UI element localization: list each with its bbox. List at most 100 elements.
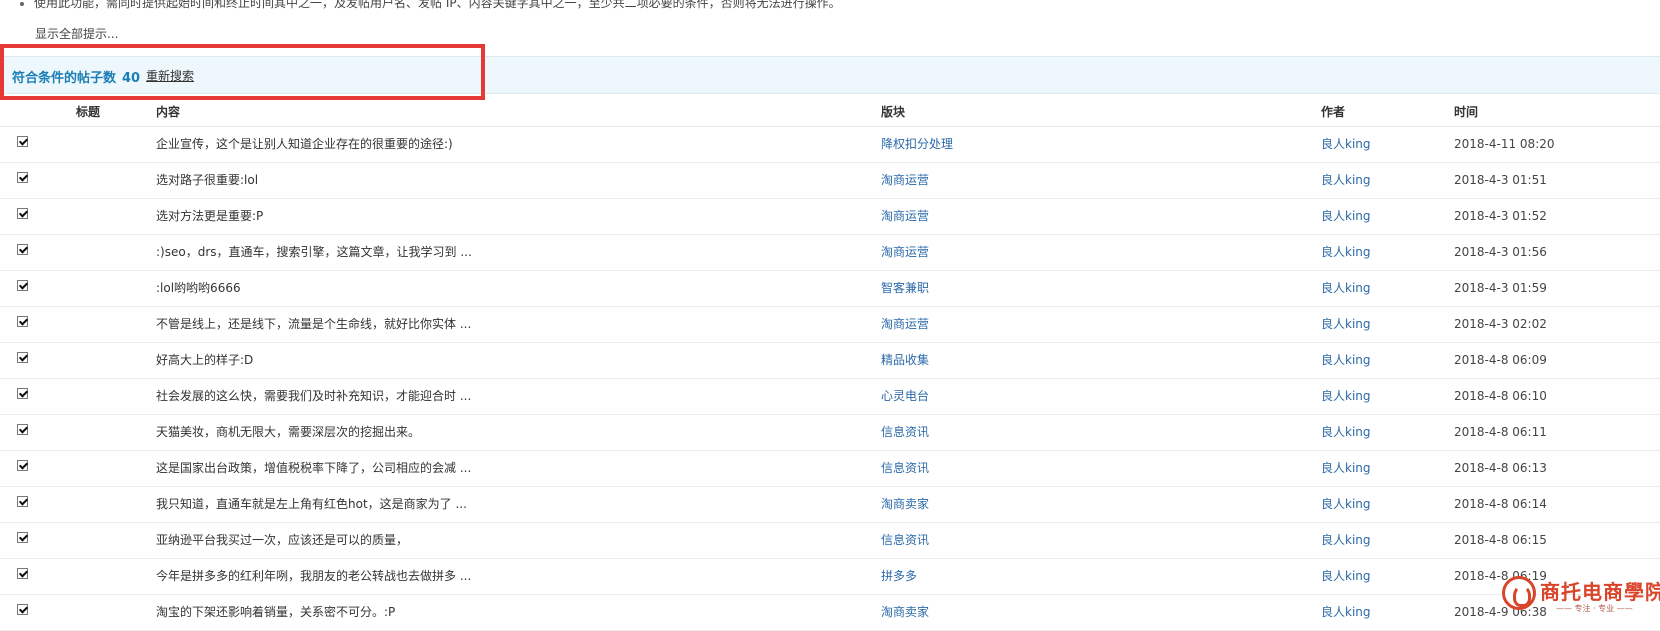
row-time: 2018-4-8 06:09	[1454, 353, 1547, 367]
row-author-link[interactable]: 良人king	[1321, 389, 1371, 403]
row-author-link[interactable]: 良人king	[1321, 245, 1371, 259]
row-checkbox[interactable]	[17, 388, 28, 399]
row-time: 2018-4-3 01:59	[1454, 281, 1547, 295]
result-bar: 符合条件的帖子数 40 重新搜索	[0, 56, 1660, 94]
result-label: 符合条件的帖子数	[12, 71, 117, 86]
row-forum-link[interactable]: 淘商卖家	[881, 497, 929, 511]
row-author-link[interactable]: 良人king	[1321, 137, 1371, 151]
row-checkbox[interactable]	[17, 532, 28, 543]
row-forum-link[interactable]: 淘商卖家	[881, 605, 929, 619]
row-author-link[interactable]: 良人king	[1321, 605, 1371, 619]
logo-emblem-icon	[1502, 576, 1536, 610]
notice-tip-text: 使用此功能，需同时提供起始时间和终止时间其中之一，及发帖用户名、发帖 IP、内容…	[34, 0, 841, 10]
table-row: 社会发展的这么快，需要我们及时补充知识，才能迎合时 ... 心灵电台 良人king 2…	[0, 379, 1660, 415]
table-row: 今年是拼多多的红利年咧，我朋友的老公转战也去做拼多 ... 拼多多 良人king 20…	[0, 559, 1660, 595]
row-author-link[interactable]: 良人king	[1321, 533, 1371, 547]
row-checkbox[interactable]	[17, 244, 28, 255]
header-author: 作者	[1321, 105, 1346, 119]
row-content[interactable]: 企业宣传，这个是让别人知道企业存在的很重要的途径:)	[156, 137, 453, 151]
row-forum-link[interactable]: 心灵电台	[881, 389, 929, 403]
row-checkbox[interactable]	[17, 280, 28, 291]
table-row: 天猫美妆，商机无限大，需要深层次的挖掘出来。 信息资讯 良人king 2018-4-8…	[0, 415, 1660, 451]
result-count: 符合条件的帖子数 40	[12, 67, 140, 86]
row-forum-link[interactable]: 智客兼职	[881, 281, 929, 295]
row-checkbox[interactable]	[17, 496, 28, 507]
row-time: 2018-4-8 06:10	[1454, 389, 1547, 403]
table-row: 企业宣传，这个是让别人知道企业存在的很重要的途径:) 降权扣分处理 良人king 20…	[0, 127, 1660, 163]
header-content: 内容	[156, 105, 181, 119]
row-time: 2018-4-3 01:51	[1454, 173, 1547, 187]
row-author-link[interactable]: 良人king	[1321, 317, 1371, 331]
row-content[interactable]: 亚纳逊平台我买过一次，应该还是可以的质量，	[156, 533, 408, 547]
row-author-link[interactable]: 良人king	[1321, 425, 1371, 439]
row-content[interactable]: 今年是拼多多的红利年咧，我朋友的老公转战也去做拼多 ...	[156, 569, 471, 583]
row-content[interactable]: 天猫美妆，商机无限大，需要深层次的挖掘出来。	[156, 425, 420, 439]
row-forum-link[interactable]: 淘商运营	[881, 209, 929, 223]
row-checkbox[interactable]	[17, 208, 28, 219]
table-header: 标题 内容 版块 作者 时间	[0, 100, 1660, 127]
row-content[interactable]: 社会发展的这么快，需要我们及时补充知识，才能迎合时 ...	[156, 389, 471, 403]
logo-text: 商托电商學院	[1540, 580, 1660, 604]
bullet-icon	[20, 1, 24, 6]
watermark-logo: 商托电商學院 —— 专注 · 专业 ——	[1500, 574, 1660, 618]
row-forum-link[interactable]: 降权扣分处理	[881, 137, 953, 151]
row-forum-link[interactable]: 精品收集	[881, 353, 929, 367]
row-author-link[interactable]: 良人king	[1321, 281, 1371, 295]
row-content[interactable]: 选对路子很重要:lol	[156, 173, 258, 187]
row-content[interactable]: 好高大上的样子:D	[156, 353, 253, 367]
row-checkbox[interactable]	[17, 136, 28, 147]
row-time: 2018-4-3 01:52	[1454, 209, 1547, 223]
row-content[interactable]: 不管是线上，还是线下，流量是个生命线，就好比你实体 ...	[156, 317, 471, 331]
row-author-link[interactable]: 良人king	[1321, 461, 1371, 475]
notice-tip: 使用此功能，需同时提供起始时间和终止时间其中之一，及发帖用户名、发帖 IP、内容…	[20, 0, 841, 10]
table-row: 不管是线上，还是线下，流量是个生命线，就好比你实体 ... 淘商运营 良人king 2…	[0, 307, 1660, 343]
header-title: 标题	[76, 105, 101, 119]
row-time: 2018-4-11 08:20	[1454, 137, 1555, 151]
row-content[interactable]: 淘宝的下架还影响着销量，关系密不可分。:P	[156, 605, 395, 619]
table-row: 我只知道，直通车就是左上角有红色hot，这是商家为了 ... 淘商卖家 良人king…	[0, 487, 1660, 523]
row-author-link[interactable]: 良人king	[1321, 497, 1371, 511]
table-row: :)seo，drs，直通车，搜索引擎，这篇文章，让我学习到 ... 淘商运营 良人k…	[0, 235, 1660, 271]
row-checkbox[interactable]	[17, 460, 28, 471]
table-row: 好高大上的样子:D 精品收集 良人king 2018-4-8 06:09	[0, 343, 1660, 379]
row-checkbox[interactable]	[17, 316, 28, 327]
row-forum-link[interactable]: 信息资讯	[881, 461, 929, 475]
table-row: 选对路子很重要:lol 淘商运营 良人king 2018-4-3 01:51	[0, 163, 1660, 199]
row-forum-link[interactable]: 信息资讯	[881, 533, 929, 547]
logo-subtitle: —— 专注 · 专业 ——	[1556, 604, 1633, 613]
header-time: 时间	[1454, 105, 1479, 119]
table-row: 这是国家出台政策，增值税税率下降了，公司相应的会减 ... 信息资讯 良人king 2…	[0, 451, 1660, 487]
row-content[interactable]: 我只知道，直通车就是左上角有红色hot，这是商家为了 ...	[156, 497, 467, 511]
row-content[interactable]: :)seo，drs，直通车，搜索引擎，这篇文章，让我学习到 ...	[156, 245, 472, 259]
row-author-link[interactable]: 良人king	[1321, 353, 1371, 367]
row-time: 2018-4-3 02:02	[1454, 317, 1547, 331]
row-time: 2018-4-8 06:11	[1454, 425, 1547, 439]
row-checkbox[interactable]	[17, 604, 28, 615]
row-forum-link[interactable]: 淘商运营	[881, 173, 929, 187]
row-time: 2018-4-3 01:56	[1454, 245, 1547, 259]
row-forum-link[interactable]: 信息资讯	[881, 425, 929, 439]
row-content[interactable]: :lol哟哟哟6666	[156, 281, 241, 295]
row-checkbox[interactable]	[17, 352, 28, 363]
row-time: 2018-4-8 06:14	[1454, 497, 1547, 511]
row-time: 2018-4-8 06:13	[1454, 461, 1547, 475]
header-forum: 版块	[881, 105, 906, 119]
table-row: 淘宝的下架还影响着销量，关系密不可分。:P 淘商卖家 良人king 2018-4-9 …	[0, 595, 1660, 631]
row-forum-link[interactable]: 淘商运营	[881, 245, 929, 259]
row-author-link[interactable]: 良人king	[1321, 569, 1371, 583]
row-author-link[interactable]: 良人king	[1321, 209, 1371, 223]
show-all-tips-link[interactable]: 显示全部提示...	[35, 27, 118, 41]
row-content[interactable]: 这是国家出台政策，增值税税率下降了，公司相应的会减 ...	[156, 461, 471, 475]
row-checkbox[interactable]	[17, 424, 28, 435]
row-checkbox[interactable]	[17, 172, 28, 183]
row-checkbox[interactable]	[17, 568, 28, 579]
row-forum-link[interactable]: 拼多多	[881, 569, 917, 583]
row-time: 2018-4-8 06:15	[1454, 533, 1547, 547]
table-row: :lol哟哟哟6666 智客兼职 良人king 2018-4-3 01:59	[0, 271, 1660, 307]
row-content[interactable]: 选对方法更是重要:P	[156, 209, 263, 223]
table-row: 亚纳逊平台我买过一次，应该还是可以的质量， 信息资讯 良人king 2018-4-8 …	[0, 523, 1660, 559]
result-count-number: 40	[122, 71, 141, 86]
row-forum-link[interactable]: 淘商运营	[881, 317, 929, 331]
research-link[interactable]: 重新搜索	[146, 67, 194, 84]
row-author-link[interactable]: 良人king	[1321, 173, 1371, 187]
